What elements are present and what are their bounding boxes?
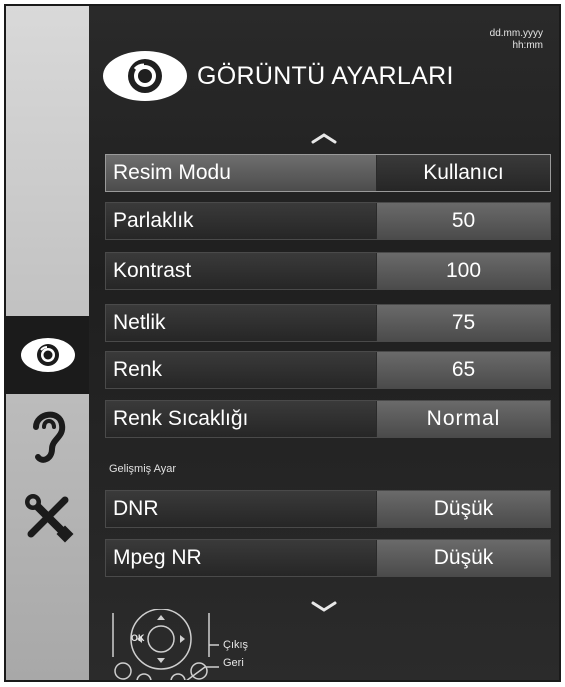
sidebar xyxy=(6,6,89,680)
setting-value: 75 xyxy=(376,305,550,341)
page-header: GÖRÜNTÜ AYARLARI xyxy=(101,44,454,108)
setting-row-brightness[interactable]: Parlaklık 50 xyxy=(105,202,551,240)
setting-row-color-temperature[interactable]: Renk Sıcaklığı Normal xyxy=(105,400,551,438)
setting-value: 100 xyxy=(376,253,550,289)
setting-value: Düşük xyxy=(376,540,550,576)
ok-button-label: OK xyxy=(131,633,145,643)
setting-label: Renk xyxy=(113,358,163,381)
tv-menu-frame: dd.mm.yyyy hh:mm GÖRÜNTÜ AYARLARI Resim … xyxy=(4,4,561,682)
remote-navigation-icon xyxy=(112,609,219,680)
date-text: dd.mm.yyyy xyxy=(489,28,543,39)
page-title: GÖRÜNTÜ AYARLARI xyxy=(197,61,454,90)
setting-label: Resim Modu xyxy=(113,161,231,184)
scroll-up-icon[interactable] xyxy=(310,132,338,144)
main-panel: dd.mm.yyyy hh:mm GÖRÜNTÜ AYARLARI Resim … xyxy=(89,6,559,680)
ear-icon xyxy=(32,411,65,463)
setting-row-contrast[interactable]: Kontrast 100 xyxy=(105,252,551,290)
sidebar-item-sound[interactable] xyxy=(6,398,89,476)
setting-row-picture-mode[interactable]: Resim Modu Kullanıcı xyxy=(105,154,551,192)
setting-label: DNR xyxy=(113,497,159,520)
exit-hint: Çıkış xyxy=(223,639,249,651)
setting-label: Parlaklık xyxy=(113,209,194,232)
setting-label: Renk Sıcaklığı xyxy=(113,407,249,430)
setting-value: Düşük xyxy=(376,491,550,527)
setting-label: Netlik xyxy=(113,311,166,334)
setting-row-dnr[interactable]: DNR Düşük xyxy=(105,490,551,528)
sidebar-item-settings[interactable] xyxy=(6,478,89,556)
tools-icon xyxy=(24,494,73,543)
setting-value: Kullanıcı xyxy=(376,155,550,191)
setting-value: 50 xyxy=(376,203,550,239)
setting-value: Normal xyxy=(376,401,550,437)
setting-row-sharpness[interactable]: Netlik 75 xyxy=(105,304,551,342)
setting-value: 65 xyxy=(376,352,550,388)
sidebar-item-picture[interactable] xyxy=(6,316,89,394)
setting-label: Kontrast xyxy=(113,259,192,282)
setting-row-mpeg-nr[interactable]: Mpeg NR Düşük xyxy=(105,539,551,577)
eye-icon xyxy=(20,338,75,372)
setting-row-color[interactable]: Renk 65 xyxy=(105,351,551,389)
section-label-advanced: Gelişmiş Ayar xyxy=(109,463,177,475)
back-hint: Geri xyxy=(223,657,244,669)
scroll-down-icon[interactable] xyxy=(310,600,338,612)
eye-icon xyxy=(103,51,187,101)
datetime: dd.mm.yyyy hh:mm xyxy=(490,28,543,52)
setting-label: Mpeg NR xyxy=(113,546,202,569)
time-text: hh:mm xyxy=(512,40,543,51)
